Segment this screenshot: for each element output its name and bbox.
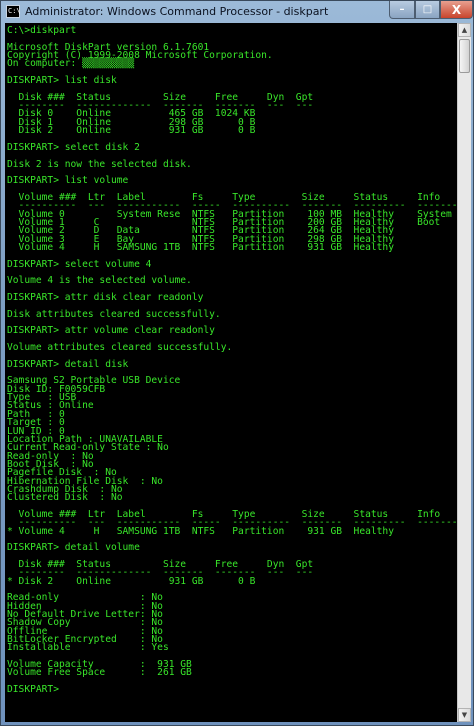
console-line: DISKPART> select disk 2 [7,141,140,153]
console-line: Volume Free Space : 261 GB [7,667,192,679]
console-line: On computer: ▒▒▒▒▒▒▒▒▒ [7,58,135,70]
console-line: DISKPART> detail disk [7,358,129,370]
console-app-icon[interactable]: C:\ [6,5,21,18]
title-bar[interactable]: C:\ Administrator: Windows Command Proce… [1,1,473,23]
window-title: Administrator: Windows Command Processor… [25,5,329,18]
console-line: Path : 0 [7,408,65,420]
close-button[interactable]: X [440,1,473,19]
maximize-button[interactable]: □ [415,1,440,19]
scrollbar-thumb[interactable] [459,39,470,73]
console-line: Disk 2 Online 931 GB 0 B [7,125,256,137]
console-line: DISKPART> list volume [7,175,129,187]
scroll-down-arrow-icon[interactable]: ▼ [458,708,471,722]
console-line: Disk attributes cleared successfully. [7,308,221,320]
console-line: Volume attributes cleared successfully. [7,342,233,354]
console-line: DISKPART> select volume 4 [7,258,152,270]
vertical-scrollbar[interactable]: ▲ ▼ [457,23,471,722]
console-line: * Disk 2 Online 931 GB 0 B [7,575,256,587]
console-text: C:\>diskpart Microsoft DiskPart version 6… [5,23,457,696]
minimize-button[interactable]: – [389,1,415,19]
console-line: DISKPART> attr volume clear readonly [7,325,215,337]
console-line: DISKPART> detail volume [7,542,140,554]
console-output[interactable]: C:\>diskpart Microsoft DiskPart version 6… [5,23,457,722]
console-line: DISKPART> [7,684,59,696]
scroll-up-arrow-icon[interactable]: ▲ [458,23,471,37]
console-line: DISKPART> list disk [7,75,117,87]
console-line: Volume 4 H SAMSUNG 1TB NTFS Partition 93… [7,241,394,253]
console-line: Installable : Yes [7,642,169,654]
console-line: Disk 2 is now the selected disk. [7,158,192,170]
console-line: Status : Online [7,400,94,412]
console-line: * Volume 4 H SAMSUNG 1TB NTFS Partition … [7,525,394,537]
console-line: Target : 0 [7,417,65,429]
console-line: C:\>diskpart [7,25,77,36]
command-prompt-window: C:\ Administrator: Windows Command Proce… [0,0,474,726]
console-line: Volume 4 is the selected volume. [7,275,192,287]
console-line: Clustered Disk : No [7,492,123,504]
console-line: DISKPART> attr disk clear readonly [7,292,204,303]
